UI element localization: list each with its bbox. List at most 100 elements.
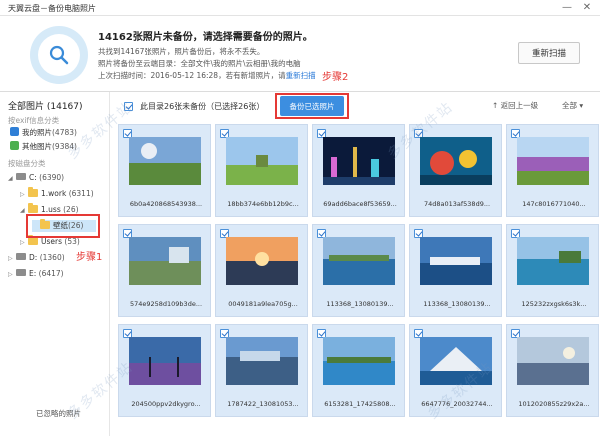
found-count-text: 共找到14167张照片，照片备份后，将永不丢失。 bbox=[98, 47, 265, 56]
tree-drive-c[interactable]: ◢ C: (6390) bbox=[8, 172, 64, 184]
photo-tile[interactable]: 6153281_17425808... bbox=[312, 324, 405, 417]
sidebar: 全部图片 (14167) 按exif信息分类 我的照片(4783) 其他图片(9… bbox=[0, 92, 110, 436]
photo-thumbnail bbox=[517, 137, 589, 185]
tree-folder-work[interactable]: ▷ 1.work (6311) bbox=[20, 187, 94, 201]
photo-caption: 147c8016771040... bbox=[522, 200, 586, 208]
folder-toolbar: 此目录26张未备份（已选择26张） 备份已选照片 ↑ 返回上一级 全部 ▾ bbox=[110, 92, 600, 120]
drive-e-label: E: bbox=[29, 269, 37, 278]
ignored-photos-link[interactable]: 已忽略的照片 bbox=[36, 408, 81, 419]
step2-label: 步骤2 bbox=[322, 72, 349, 83]
photo-caption: 113368_13080139... bbox=[423, 300, 491, 308]
last-scan-text: 上次扫描时间：2016-05-12 16:28，若有新增照片，请重新扫描 bbox=[98, 70, 316, 81]
tree-drive-d[interactable]: ▷ D: (1360) bbox=[8, 252, 65, 264]
drive-d-count: (1360) bbox=[39, 253, 65, 262]
sidebar-item-my-photos[interactable]: 我的照片(4783) bbox=[10, 127, 77, 139]
folder-uss-count: (26) bbox=[63, 205, 79, 214]
drive-d-label: D: bbox=[29, 253, 38, 262]
collapsed-arrow-icon[interactable]: ▷ bbox=[8, 253, 16, 265]
folder-work-label: 1.work bbox=[41, 189, 67, 198]
disk-section-label: 按磁盘分类 bbox=[8, 159, 46, 168]
up-level-label: 返回上一级 bbox=[500, 101, 539, 110]
title-bar: 天翼云盘－备份电脑照片 — ✕ bbox=[0, 0, 600, 16]
backup-destination-text: 照片将备份至云端目录：全部文件\我的照片\云相册\我的电脑 bbox=[98, 59, 301, 68]
photo-tile[interactable]: 113368_13080139... bbox=[409, 224, 502, 317]
collapsed-arrow-icon[interactable]: ▷ bbox=[8, 269, 16, 281]
photo-caption: 6153281_17425808... bbox=[324, 400, 396, 408]
photo-tile[interactable]: 204500ppv2dkygro... bbox=[118, 324, 211, 417]
drive-c-count: (6390) bbox=[39, 173, 65, 182]
select-all-checkbox[interactable] bbox=[124, 102, 133, 111]
image-icon bbox=[10, 141, 19, 150]
step2-highlight-box bbox=[275, 93, 349, 119]
sidebar-item-all-images[interactable]: 全部图片 (14167) bbox=[8, 99, 83, 112]
photo-tile[interactable]: 1787422_13081053... bbox=[215, 324, 308, 417]
filter-dropdown[interactable]: 全部 ▾ bbox=[562, 100, 583, 111]
close-button[interactable]: ✕ bbox=[580, 1, 594, 15]
tree-drive-e[interactable]: ▷ E: (6417) bbox=[8, 268, 64, 280]
drive-icon bbox=[16, 269, 26, 276]
photo-tile[interactable]: 1012020855z29x2a... bbox=[506, 324, 599, 417]
photo-caption: 1787422_13081053... bbox=[227, 400, 299, 408]
photo-tile[interactable]: 6b0a420868543938... bbox=[118, 124, 211, 217]
chevron-down-icon: ▾ bbox=[577, 101, 584, 110]
collapsed-arrow-icon[interactable]: ▷ bbox=[20, 237, 28, 249]
photo-tile[interactable]: 125232zxgsk6s3k... bbox=[506, 224, 599, 317]
photo-thumbnail bbox=[323, 337, 395, 385]
scan-progress-ring bbox=[30, 26, 88, 84]
collapsed-arrow-icon[interactable]: ▷ bbox=[20, 189, 28, 201]
drive-e-count: (6417) bbox=[38, 269, 64, 278]
photo-thumbnail bbox=[323, 237, 395, 285]
photo-caption: 113368_13080139... bbox=[326, 300, 394, 308]
folder-icon bbox=[28, 203, 38, 213]
drive-icon bbox=[16, 173, 26, 180]
photo-thumbnail bbox=[226, 337, 298, 385]
exif-section-label: 按exif信息分类 bbox=[8, 116, 60, 125]
photo-tile[interactable]: 147c8016771040... bbox=[506, 124, 599, 217]
expanded-arrow-icon[interactable]: ◢ bbox=[8, 173, 16, 185]
drive-icon bbox=[16, 253, 26, 260]
scan-summary-header: 14162张照片未备份，请选择需要备份的照片。 共找到14167张照片，照片备份… bbox=[0, 16, 600, 92]
photo-tile[interactable]: 69add6bace8f53659... bbox=[312, 124, 405, 217]
up-arrow-icon: ↑ bbox=[492, 101, 501, 110]
last-scan-prefix: 上次扫描时间：2016-05-12 16:28，若有新增照片，请 bbox=[98, 71, 286, 80]
photo-thumbnail bbox=[226, 237, 298, 285]
selection-status-text: 此目录26张未备份（已选择26张） bbox=[140, 102, 265, 111]
photo-caption: 6647776_20032744... bbox=[421, 400, 493, 408]
photo-caption: 0049181a9lea705g... bbox=[228, 300, 298, 308]
photo-caption: 1012020855z29x2a... bbox=[518, 400, 590, 408]
my-photos-count: (4783) bbox=[52, 128, 77, 137]
up-level-link[interactable]: ↑ 返回上一级 bbox=[492, 100, 538, 111]
folder-users-label: Users bbox=[41, 237, 63, 246]
rescan-button[interactable]: 重新扫描 bbox=[518, 42, 580, 64]
my-photos-label: 我的照片 bbox=[22, 128, 52, 137]
photo-caption: 6b0a420868543938... bbox=[129, 200, 203, 208]
photo-tile[interactable]: 18bb374e6bb12b9c... bbox=[215, 124, 308, 217]
photo-caption: 74d8a013af538d9... bbox=[423, 200, 491, 208]
photo-thumbnail bbox=[323, 137, 395, 185]
photo-thumbnail bbox=[420, 337, 492, 385]
photo-tile[interactable]: 574e9258d109b3de... bbox=[118, 224, 211, 317]
folder-icon bbox=[28, 235, 38, 245]
photo-thumbnail bbox=[420, 237, 492, 285]
folder-users-count: (53) bbox=[64, 237, 80, 246]
photo-tile[interactable]: 113368_13080139... bbox=[312, 224, 405, 317]
minimize-button[interactable]: — bbox=[560, 1, 574, 15]
sidebar-item-other-photos[interactable]: 其他图片(9384) bbox=[10, 141, 77, 153]
other-photos-count: (9384) bbox=[52, 142, 77, 151]
search-icon bbox=[49, 45, 69, 65]
photo-thumbnail bbox=[517, 337, 589, 385]
photo-thumbnail bbox=[517, 237, 589, 285]
photo-thumbnail bbox=[129, 237, 201, 285]
window-title: 天翼云盘－备份电脑照片 bbox=[8, 4, 96, 13]
folder-icon bbox=[28, 187, 38, 197]
photo-caption: 125232zxgsk6s3k... bbox=[521, 300, 587, 308]
filter-dropdown-label: 全部 bbox=[562, 101, 577, 110]
photo-tile[interactable]: 6647776_20032744... bbox=[409, 324, 502, 417]
photo-tile[interactable]: 74d8a013af538d9... bbox=[409, 124, 502, 217]
photo-tile[interactable]: 0049181a9lea705g... bbox=[215, 224, 308, 317]
photo-thumbnail bbox=[420, 137, 492, 185]
camera-icon bbox=[10, 127, 19, 136]
photo-caption: 69add6bace8f53659... bbox=[323, 200, 397, 208]
rescan-link[interactable]: 重新扫描 bbox=[286, 71, 316, 80]
folder-uss-label: 1.uss bbox=[41, 205, 61, 214]
